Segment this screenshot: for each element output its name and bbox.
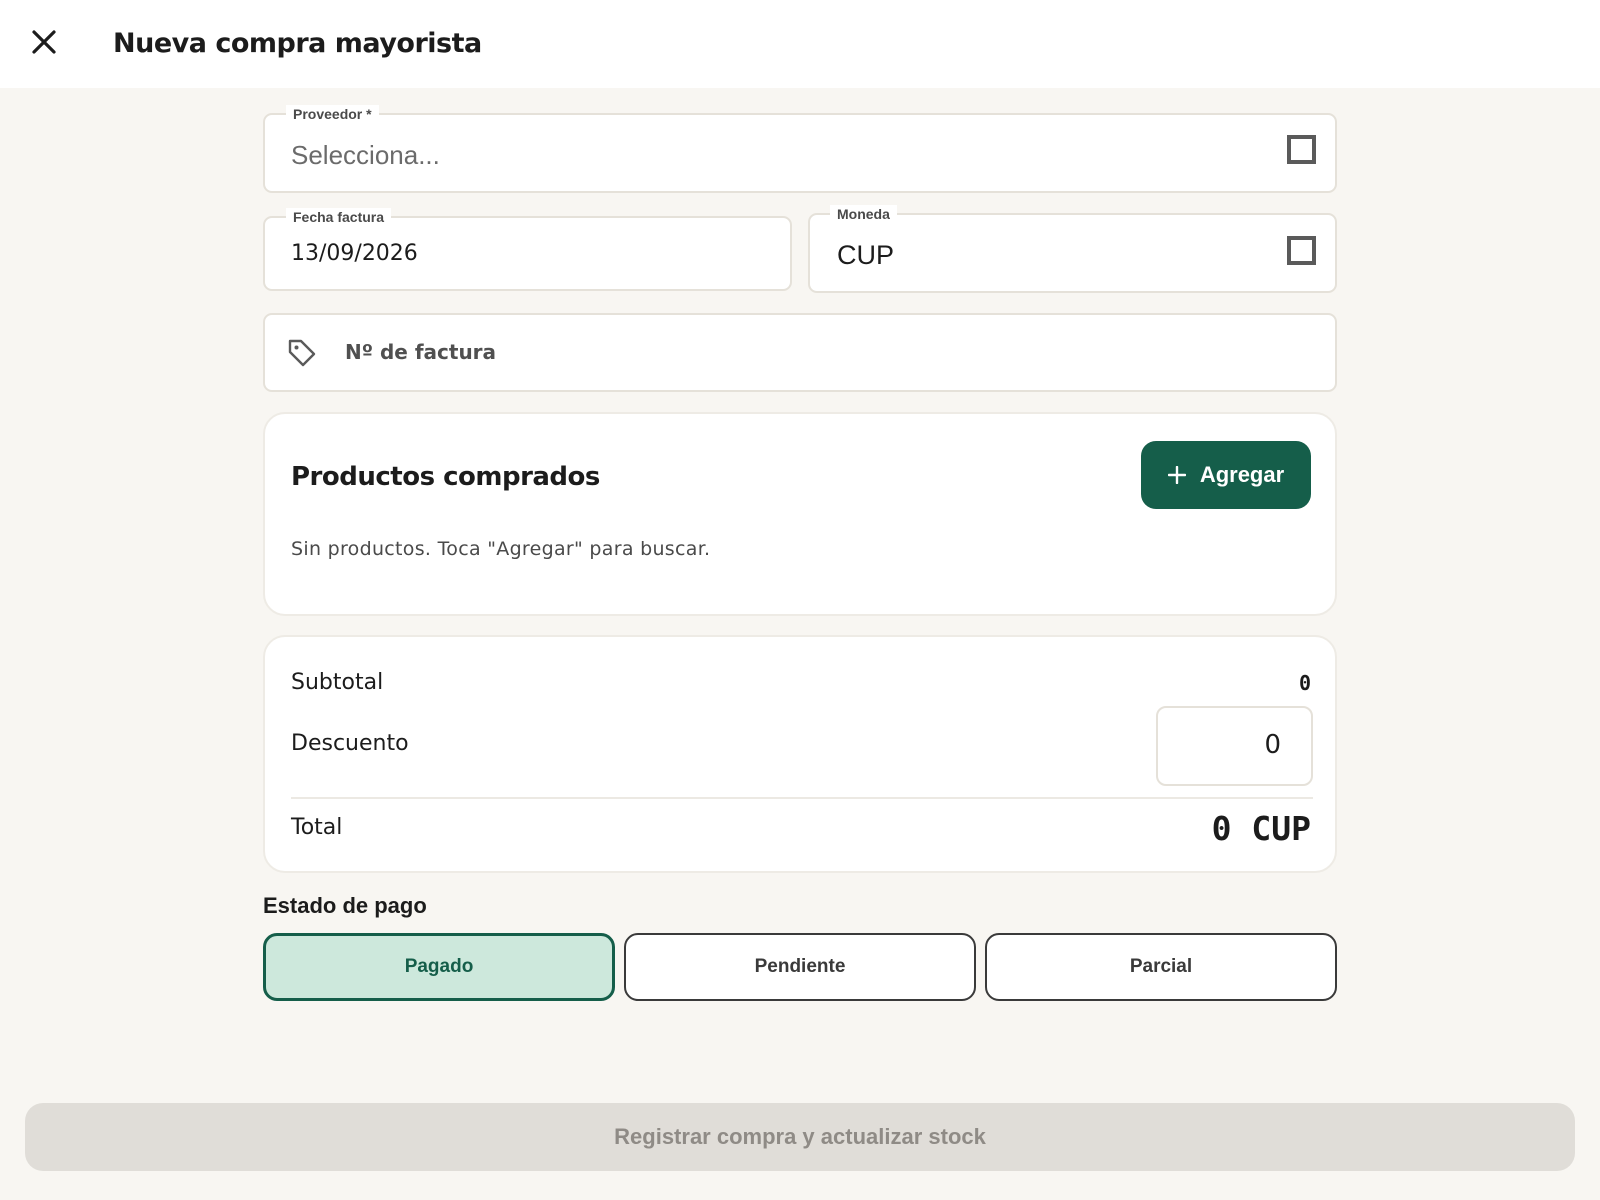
numero-factura-placeholder: Nº de factura (345, 340, 497, 364)
page-title: Nueva compra mayorista (113, 28, 482, 59)
submit-purchase-label: Registrar compra y actualizar stock (614, 1124, 986, 1149)
add-product-button[interactable]: Agregar (1141, 441, 1311, 509)
payment-option-label: Pendiente (754, 956, 846, 977)
fecha-factura-value: 13/09/2026 (291, 241, 418, 266)
top-bar: Nueva compra mayorista (0, 0, 1600, 88)
total-label: Total (291, 815, 343, 840)
summary-divider (291, 797, 1313, 799)
add-product-label: Agregar (1199, 462, 1285, 487)
descuento-label: Descuento (291, 731, 409, 756)
productos-title: Productos comprados (291, 462, 600, 492)
close-icon (32, 30, 56, 54)
payment-option-label: Pagado (404, 956, 474, 977)
square-icon (1287, 236, 1316, 265)
subtotal-value: 0 (1298, 671, 1311, 695)
descuento-value: 0 (1264, 730, 1281, 760)
descuento-input[interactable]: 0 (1156, 706, 1313, 786)
close-button[interactable] (26, 24, 62, 60)
proveedor-placeholder: Selecciona... (291, 140, 440, 170)
payment-option-label: Parcial (1129, 956, 1193, 977)
productos-card: Productos comprados Agregar Sin producto… (263, 412, 1337, 616)
fecha-factura-label: Fecha factura (286, 208, 392, 226)
proveedor-select[interactable]: Proveedor * Selecciona... (263, 105, 1337, 193)
square-icon (1287, 135, 1316, 164)
tag-icon (288, 339, 316, 367)
fecha-factura-field[interactable]: Fecha factura 13/09/2026 (263, 208, 792, 291)
payment-status-title: Estado de pago (263, 893, 427, 918)
numero-factura-field[interactable]: Nº de factura (263, 313, 1337, 392)
payment-option-pendiente[interactable]: Pendiente (624, 933, 976, 1001)
plus-icon (1167, 466, 1186, 484)
subtotal-label: Subtotal (291, 670, 384, 695)
summary-card: Subtotal 0 Descuento 0 Total 0 CUP (263, 635, 1337, 873)
moneda-value: CUP (837, 240, 895, 270)
empty-products-text: Sin productos. Toca "Agregar" para busca… (291, 538, 711, 560)
proveedor-label: Proveedor * (286, 105, 379, 123)
submit-purchase-button[interactable]: Registrar compra y actualizar stock (25, 1103, 1575, 1171)
payment-option-parcial[interactable]: Parcial (985, 933, 1337, 1001)
moneda-label: Moneda (830, 205, 897, 223)
payment-option-pagado[interactable]: Pagado (263, 933, 615, 1001)
moneda-select[interactable]: Moneda CUP (808, 205, 1337, 293)
total-value: 0 CUP (1211, 809, 1311, 848)
